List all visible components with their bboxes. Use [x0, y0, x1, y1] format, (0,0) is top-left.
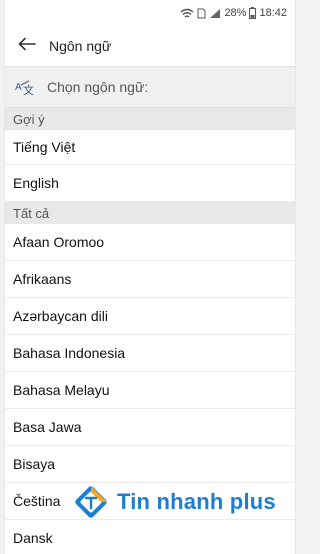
list-item[interactable]: Bahasa Indonesia: [5, 335, 295, 372]
wifi-icon: [180, 8, 194, 19]
svg-text:文: 文: [23, 83, 34, 95]
list-item[interactable]: Dansk: [5, 520, 295, 554]
list-item[interactable]: Basa Jawa: [5, 409, 295, 446]
list-item[interactable]: Afaan Oromoo: [5, 224, 295, 261]
section-header-all: Tất cả: [5, 202, 295, 224]
translate-icon: A 文: [15, 79, 37, 95]
status-bar: 28% 18:42: [5, 0, 295, 26]
list-item[interactable]: Azərbaycan dili: [5, 298, 295, 335]
list-item[interactable]: Bisaya: [5, 446, 295, 483]
list-item[interactable]: English: [5, 165, 295, 202]
watermark: Tin nhanh plus: [71, 482, 276, 522]
screen: 28% 18:42 Ngôn ngữ A 文 Chọn ngôn ngữ: Gợ…: [4, 0, 296, 554]
sim-icon: [197, 8, 206, 19]
battery-percent: 28%: [224, 7, 247, 19]
app-bar: Ngôn ngữ: [5, 26, 295, 66]
arrow-left-icon: [18, 37, 36, 56]
watermark-text: Tin nhanh plus: [117, 489, 276, 514]
search-input[interactable]: [47, 79, 277, 95]
section-header-suggested: Gợi ý: [5, 108, 295, 130]
list-item[interactable]: Afrikaans: [5, 261, 295, 298]
page-title: Ngôn ngữ: [49, 38, 112, 54]
back-button[interactable]: [13, 32, 41, 60]
list-item[interactable]: Tiếng Việt: [5, 130, 295, 165]
svg-text:A: A: [15, 82, 22, 93]
watermark-logo-icon: [71, 482, 111, 522]
language-search[interactable]: A 文: [5, 66, 295, 108]
list-item[interactable]: Bahasa Melayu: [5, 372, 295, 409]
battery-icon: [249, 7, 257, 19]
status-time: 18:42: [259, 7, 287, 19]
signal-icon: [209, 8, 221, 19]
